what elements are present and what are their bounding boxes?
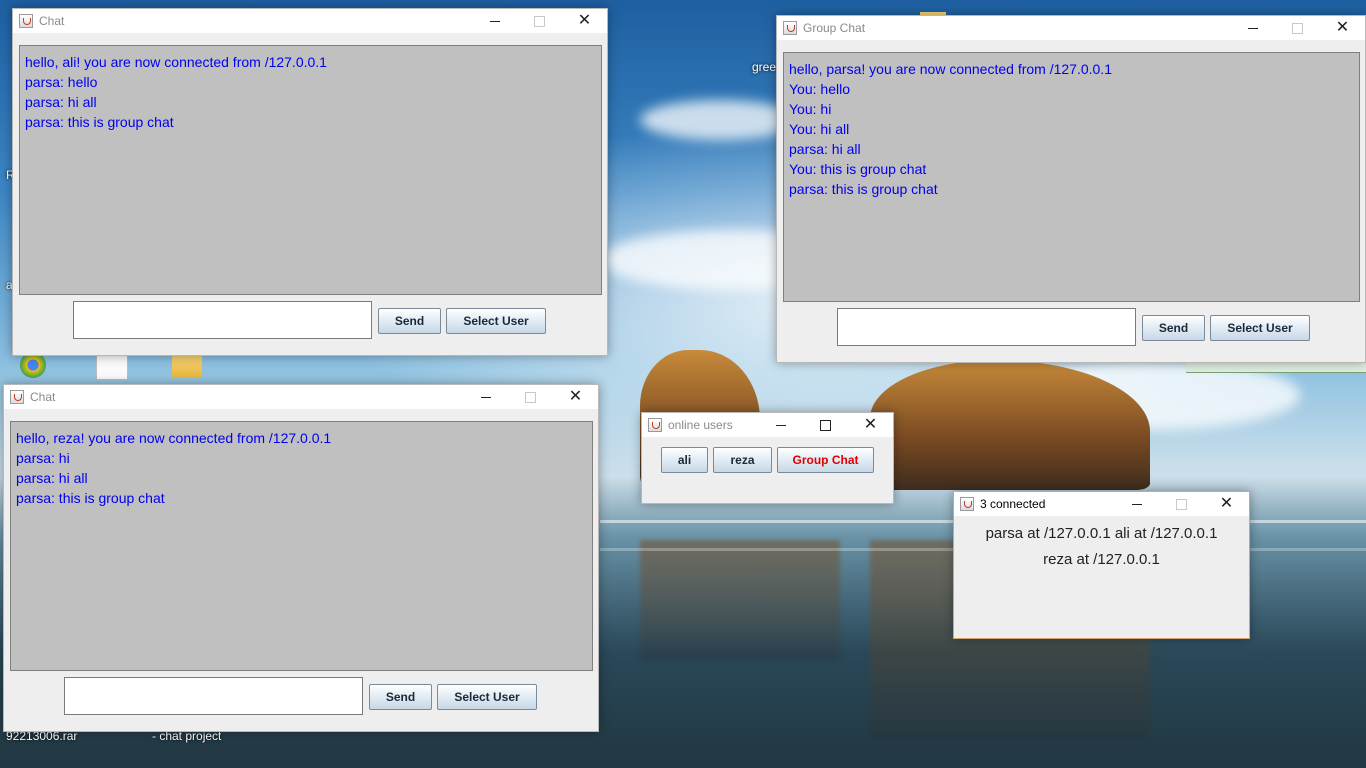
message-line: parsa: hi bbox=[16, 450, 70, 466]
message-line: You: hi bbox=[789, 101, 832, 117]
message-line: hello, reza! you are now connected from … bbox=[16, 430, 332, 446]
close-button[interactable]: ✕ bbox=[848, 413, 893, 437]
minimize-icon bbox=[480, 396, 491, 398]
message-line: parsa: hello bbox=[25, 74, 98, 90]
message-input[interactable] bbox=[64, 677, 363, 715]
window-title: Group Chat bbox=[803, 21, 866, 35]
minimize-button[interactable] bbox=[463, 385, 508, 409]
maximize-icon bbox=[820, 419, 831, 431]
message-line: parsa: this is group chat bbox=[16, 490, 165, 506]
maximize-button[interactable] bbox=[803, 413, 848, 437]
chat-window-reza: Chat ✕ hello, reza! you are now connecte… bbox=[3, 384, 599, 732]
send-button[interactable]: Send bbox=[369, 684, 432, 710]
message-area[interactable]: hello, ali! you are now connected from /… bbox=[19, 45, 602, 295]
close-icon: ✕ bbox=[1219, 495, 1234, 512]
connected-users-line: parsa at /127.0.0.1 ali at /127.0.0.1 bbox=[985, 525, 1218, 542]
window-title: Chat bbox=[39, 14, 65, 28]
message-line: parsa: hi all bbox=[25, 94, 97, 110]
minimize-icon bbox=[489, 20, 500, 22]
close-icon: ✕ bbox=[1335, 19, 1350, 36]
minimize-icon bbox=[1247, 27, 1258, 29]
java-app-icon bbox=[783, 21, 797, 35]
message-line: parsa: this is group chat bbox=[25, 114, 174, 130]
maximize-icon bbox=[1292, 22, 1303, 34]
minimize-button[interactable] bbox=[758, 413, 803, 437]
message-line: You: hi all bbox=[789, 121, 850, 137]
message-line: hello, parsa! you are now connected from… bbox=[789, 61, 1112, 77]
group-chat-window: Group Chat ✕ hello, parsa! you are now c… bbox=[776, 15, 1366, 363]
titlebar[interactable]: Chat ✕ bbox=[4, 385, 598, 409]
message-line: hello, ali! you are now connected from /… bbox=[25, 54, 327, 70]
close-icon: ✕ bbox=[577, 12, 592, 29]
minimize-button[interactable] bbox=[1114, 492, 1159, 516]
group-chat-button[interactable]: Group Chat bbox=[777, 447, 874, 473]
message-line: You: hello bbox=[789, 81, 850, 97]
maximize-icon bbox=[525, 391, 536, 403]
message-line: You: this is group chat bbox=[789, 161, 927, 177]
select-user-button[interactable]: Select User bbox=[1210, 315, 1310, 341]
select-user-button[interactable]: Select User bbox=[446, 308, 546, 334]
send-button[interactable]: Send bbox=[1142, 315, 1205, 341]
message-line: parsa: this is group chat bbox=[789, 181, 938, 197]
titlebar[interactable]: 3 connected ✕ bbox=[954, 492, 1249, 516]
maximize-button[interactable] bbox=[1275, 16, 1320, 40]
minimize-icon bbox=[1131, 503, 1142, 505]
message-input[interactable] bbox=[837, 308, 1136, 346]
close-button[interactable]: ✕ bbox=[562, 9, 607, 33]
maximize-icon bbox=[1176, 498, 1187, 510]
java-app-icon bbox=[19, 14, 33, 28]
document-icon[interactable] bbox=[96, 352, 128, 380]
close-button[interactable]: ✕ bbox=[553, 385, 598, 409]
maximize-icon bbox=[534, 15, 545, 27]
close-button[interactable]: ✕ bbox=[1204, 492, 1249, 516]
user-button-reza[interactable]: reza bbox=[713, 447, 772, 473]
message-input[interactable] bbox=[73, 301, 372, 339]
send-button[interactable]: Send bbox=[378, 308, 441, 334]
java-app-icon bbox=[10, 390, 24, 404]
java-app-icon bbox=[960, 497, 974, 511]
minimize-button[interactable] bbox=[1230, 16, 1275, 40]
message-line: parsa: hi all bbox=[16, 470, 88, 486]
maximize-button[interactable] bbox=[517, 9, 562, 33]
desktop-label[interactable]: gree bbox=[752, 60, 776, 74]
java-app-icon bbox=[648, 418, 662, 432]
window-title: 3 connected bbox=[980, 497, 1046, 511]
close-icon: ✕ bbox=[568, 388, 583, 405]
titlebar[interactable]: Group Chat ✕ bbox=[777, 16, 1365, 40]
minimize-icon bbox=[775, 424, 786, 426]
user-button-ali[interactable]: ali bbox=[661, 447, 708, 473]
titlebar[interactable]: Chat ✕ bbox=[13, 9, 607, 33]
titlebar[interactable]: online users ✕ bbox=[642, 413, 893, 437]
connected-users-line: reza at /127.0.0.1 bbox=[1043, 551, 1160, 568]
message-area[interactable]: hello, reza! you are now connected from … bbox=[10, 421, 593, 671]
chat-window-ali: Chat ✕ hello, ali! you are now connected… bbox=[12, 8, 608, 356]
maximize-button[interactable] bbox=[1159, 492, 1204, 516]
select-user-button[interactable]: Select User bbox=[437, 684, 537, 710]
close-button[interactable]: ✕ bbox=[1320, 16, 1365, 40]
maximize-button[interactable] bbox=[508, 385, 553, 409]
window-title: Chat bbox=[30, 390, 56, 404]
close-icon: ✕ bbox=[863, 416, 878, 433]
rock-reflection bbox=[640, 540, 840, 660]
message-line: parsa: hi all bbox=[789, 141, 861, 157]
online-users-window: online users ✕ ali reza Group Chat bbox=[641, 412, 894, 504]
minimize-button[interactable] bbox=[472, 9, 517, 33]
connected-users-window: 3 connected ✕ parsa at /127.0.0.1 ali at… bbox=[953, 491, 1250, 639]
window-title: online users bbox=[668, 418, 733, 432]
message-area[interactable]: hello, parsa! you are now connected from… bbox=[783, 52, 1360, 302]
